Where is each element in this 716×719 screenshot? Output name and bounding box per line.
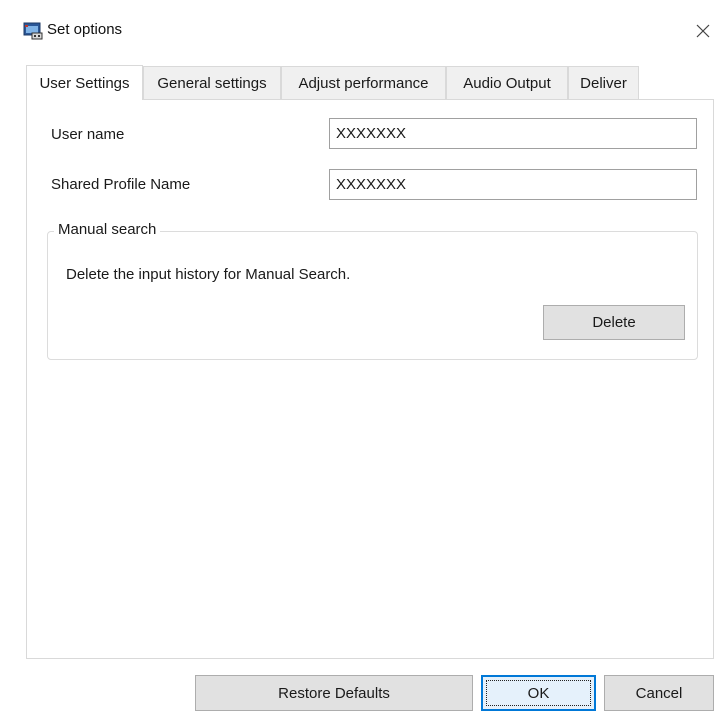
manual-search-description: Delete the input history for Manual Sear… <box>66 266 351 283</box>
close-button[interactable] <box>690 14 716 48</box>
user-settings-panel: User name XXXXXXX Shared Profile Name XX… <box>26 99 714 659</box>
cancel-button[interactable]: Cancel <box>604 675 714 711</box>
tab-deliver[interactable]: Deliver <box>568 66 639 99</box>
tab-adjust-performance[interactable]: Adjust performance <box>281 66 446 99</box>
shared-profile-name-field[interactable]: XXXXXXX <box>329 169 697 200</box>
tab-user-settings[interactable]: User Settings <box>26 65 143 100</box>
restore-defaults-button[interactable]: Restore Defaults <box>195 675 473 711</box>
close-icon <box>696 18 710 44</box>
user-name-field[interactable]: XXXXXXX <box>329 118 697 149</box>
manual-search-group: Manual search Delete the input history f… <box>47 221 698 360</box>
set-options-dialog: Set options User Settings General settin… <box>0 0 716 719</box>
ok-button[interactable]: OK <box>481 675 596 711</box>
title-bar: Set options <box>0 0 716 60</box>
user-name-label: User name <box>51 126 125 143</box>
delete-history-button[interactable]: Delete <box>543 305 685 340</box>
shared-profile-name-label: Shared Profile Name <box>51 176 191 193</box>
tab-audio-output[interactable]: Audio Output <box>446 66 568 99</box>
tab-general-settings[interactable]: General settings <box>143 66 281 99</box>
focus-rectangle <box>486 680 591 706</box>
app-window-icon <box>23 22 43 40</box>
manual-search-legend: Manual search <box>54 221 161 238</box>
window-title: Set options <box>47 21 123 38</box>
